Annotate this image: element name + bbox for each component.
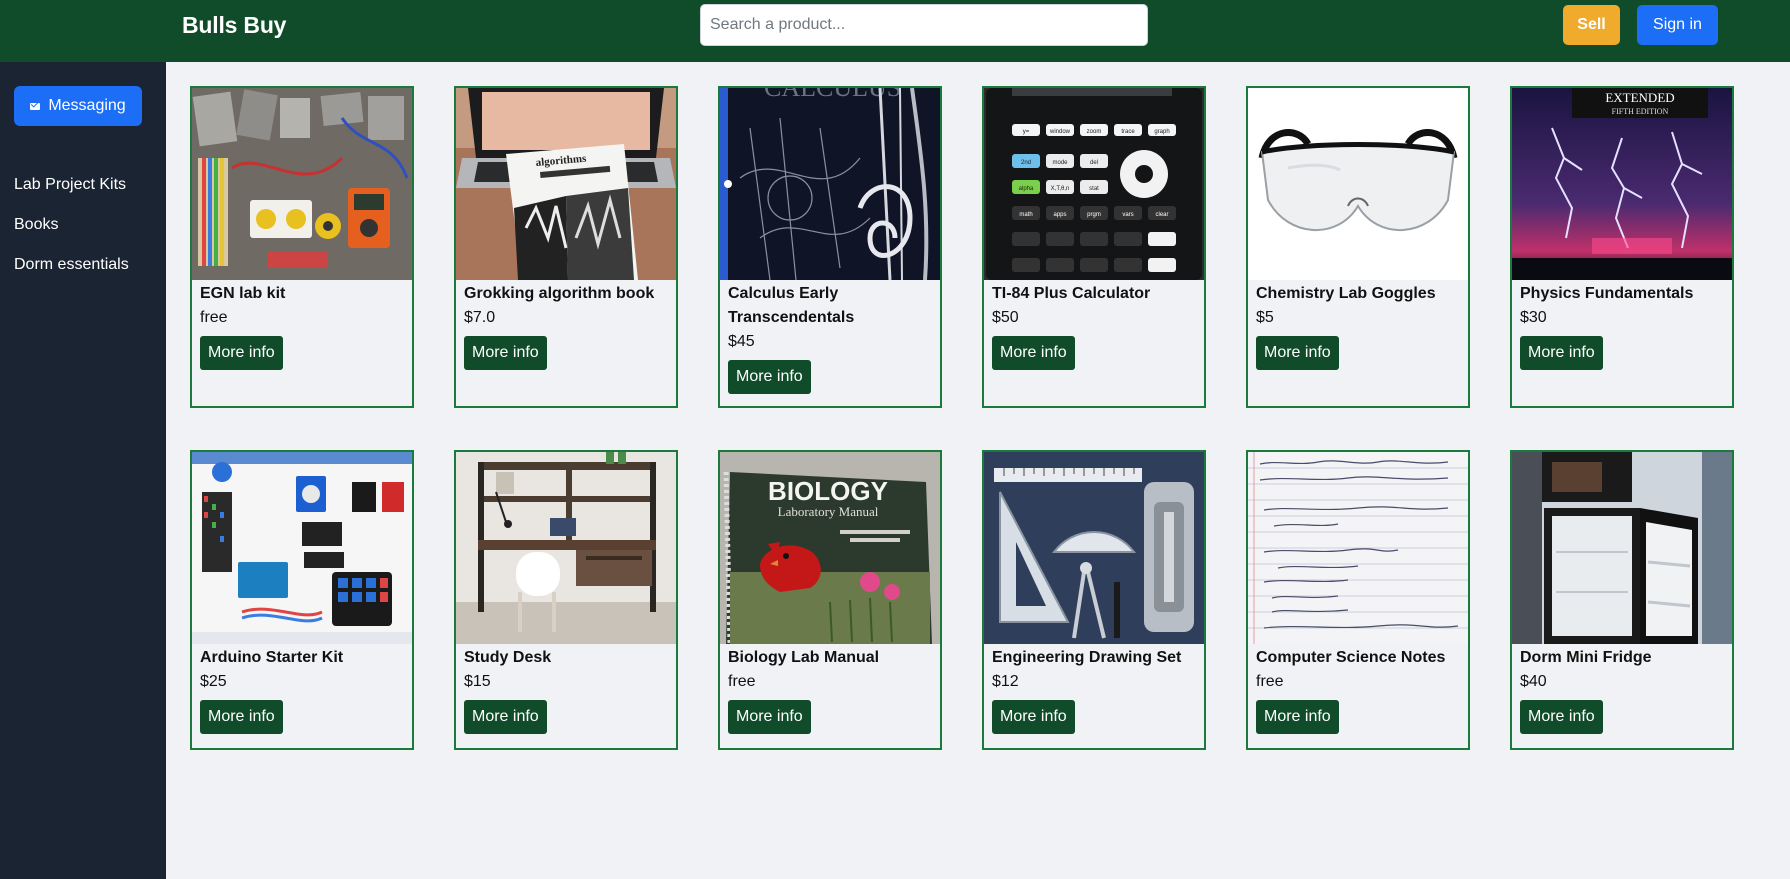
product-name: Chemistry Lab Goggles <box>1256 285 1436 302</box>
more-info-button[interactable]: More info <box>1256 700 1339 734</box>
product-card: CALCULUS Calculus Early Transcendentals … <box>718 86 942 408</box>
calculator-key-label: trace <box>1121 129 1135 135</box>
product-card: Dorm Mini Fridge $40 More info <box>1510 450 1734 750</box>
safety-goggles-photo[interactable] <box>1248 88 1468 280</box>
sidebar-item-books[interactable]: Books <box>14 216 129 256</box>
envelope-icon <box>30 102 41 110</box>
more-info-button[interactable]: More info <box>992 336 1075 370</box>
drawing-tools-photo[interactable] <box>984 452 1204 644</box>
sidebar-item-lab-project-kits[interactable]: Lab Project Kits <box>14 176 129 216</box>
arduino-kit-photo[interactable] <box>192 452 412 644</box>
calculator-key-label: 2nd <box>1021 160 1031 166</box>
product-card: Computer Science Notes free More info <box>1246 450 1470 750</box>
more-info-button[interactable]: More info <box>200 336 283 370</box>
more-info-button[interactable]: More info <box>200 700 283 734</box>
product-price: $45 <box>728 333 755 350</box>
product-card: algorithms Grokking algorithm book $7.0 … <box>454 86 678 408</box>
product-card: BIOLOGY Laboratory Manual Biology Lab Ma… <box>718 450 942 750</box>
calculator-key-label: apps <box>1053 212 1066 218</box>
product-name: Study Desk <box>464 649 552 666</box>
book-on-laptop-photo[interactable]: algorithms <box>456 88 676 280</box>
product-grid: EGN lab kit free More info algorithms Gr… <box>166 62 1790 879</box>
calculator-key-label: y= <box>1023 129 1030 135</box>
search-input[interactable] <box>700 4 1148 46</box>
product-card: EGN lab kit free More info <box>190 86 414 408</box>
more-info-button[interactable]: More info <box>728 360 811 394</box>
product-price: $5 <box>1256 309 1274 326</box>
mini-fridge-photo[interactable] <box>1512 452 1732 644</box>
product-price: $15 <box>464 673 491 690</box>
product-card: Engineering Drawing Set $12 More info <box>982 450 1206 750</box>
calculator-key-label: vars <box>1122 212 1133 218</box>
handwritten-notes-photo[interactable] <box>1248 452 1468 644</box>
product-name: Computer Science Notes <box>1256 649 1446 666</box>
product-card: y= window zoom trace graph 2nd mode del … <box>982 86 1206 408</box>
calculator-key-label: window <box>1049 129 1071 135</box>
product-name: Grokking algorithm book <box>464 285 655 302</box>
biology-manual-cardinal-cover[interactable]: BIOLOGY Laboratory Manual <box>720 452 940 644</box>
product-name: Biology Lab Manual <box>728 649 880 666</box>
product-name: TI-84 Plus Calculator <box>992 285 1151 302</box>
product-name: Engineering Drawing Set <box>992 649 1182 666</box>
product-name: EGN lab kit <box>200 285 286 302</box>
product-name: Physics Fundamentals <box>1520 285 1694 302</box>
product-price: free <box>200 309 228 326</box>
more-info-button[interactable]: More info <box>464 336 547 370</box>
sell-button[interactable]: Sell <box>1563 5 1620 45</box>
calculator-key-label: X,T,θ,n <box>1051 186 1070 192</box>
calculus-textbook-cover[interactable]: CALCULUS <box>720 88 940 280</box>
product-price: $30 <box>1520 309 1547 326</box>
category-nav: Lab Project Kits Books Dorm essentials <box>14 176 129 296</box>
physics-book-lightning-cover[interactable]: EXTENDED FIFTH EDITION <box>1512 88 1732 280</box>
product-card: Arduino Starter Kit $25 More info <box>190 450 414 750</box>
cover-subtitle-text: Laboratory Manual <box>778 504 879 519</box>
calculator-key-label: prgm <box>1087 212 1101 218</box>
top-navbar: Bulls Buy Sell Sign in <box>0 0 1790 62</box>
calculator-key-label: del <box>1090 160 1098 166</box>
calculator-key-label: alpha <box>1019 186 1034 192</box>
calculator-key-label: stat <box>1089 186 1099 192</box>
product-card: Study Desk $15 More info <box>454 450 678 750</box>
sign-in-button[interactable]: Sign in <box>1637 5 1718 45</box>
electronics-kit-photo[interactable] <box>192 88 412 280</box>
cover-title-text: BIOLOGY <box>768 476 888 506</box>
more-info-button[interactable]: More info <box>1520 336 1603 370</box>
product-price: $50 <box>992 309 1019 326</box>
product-price: free <box>728 673 756 690</box>
product-price: $40 <box>1520 673 1547 690</box>
product-name: Arduino Starter Kit <box>200 649 344 666</box>
sidebar-item-dorm-essentials[interactable]: Dorm essentials <box>14 256 129 296</box>
calculator-key-label: graph <box>1154 129 1169 135</box>
messaging-label: Messaging <box>48 97 126 114</box>
cover-title-text: EXTENDED <box>1605 90 1674 105</box>
sidebar: Messaging Lab Project Kits Books Dorm es… <box>0 62 166 879</box>
product-name: Dorm Mini Fridge <box>1520 649 1652 666</box>
messaging-button[interactable]: Messaging <box>14 86 142 126</box>
graphing-calculator-photo[interactable]: y= window zoom trace graph 2nd mode del … <box>984 88 1204 280</box>
product-price: $7.0 <box>464 309 496 326</box>
cover-subtitle-text: FIFTH EDITION <box>1612 107 1669 116</box>
more-info-button[interactable]: More info <box>992 700 1075 734</box>
more-info-button[interactable]: More info <box>728 700 811 734</box>
calculator-key-label: clear <box>1155 212 1168 218</box>
calculator-key-label: mode <box>1052 160 1068 166</box>
product-card: EXTENDED FIFTH EDITION Physics Fundament… <box>1510 86 1734 408</box>
product-price: free <box>1256 673 1284 690</box>
product-card: Chemistry Lab Goggles $5 More info <box>1246 86 1470 408</box>
more-info-button[interactable]: More info <box>1256 336 1339 370</box>
product-name: Calculus Early Transcendentals <box>728 285 855 326</box>
study-desk-photo[interactable] <box>456 452 676 644</box>
calculator-key-label: math <box>1019 212 1032 218</box>
more-info-button[interactable]: More info <box>1520 700 1603 734</box>
product-price: $12 <box>992 673 1019 690</box>
brand-logo[interactable]: Bulls Buy <box>182 12 286 39</box>
calculator-key-label: zoom <box>1087 129 1102 135</box>
more-info-button[interactable]: More info <box>464 700 547 734</box>
product-price: $25 <box>200 673 227 690</box>
